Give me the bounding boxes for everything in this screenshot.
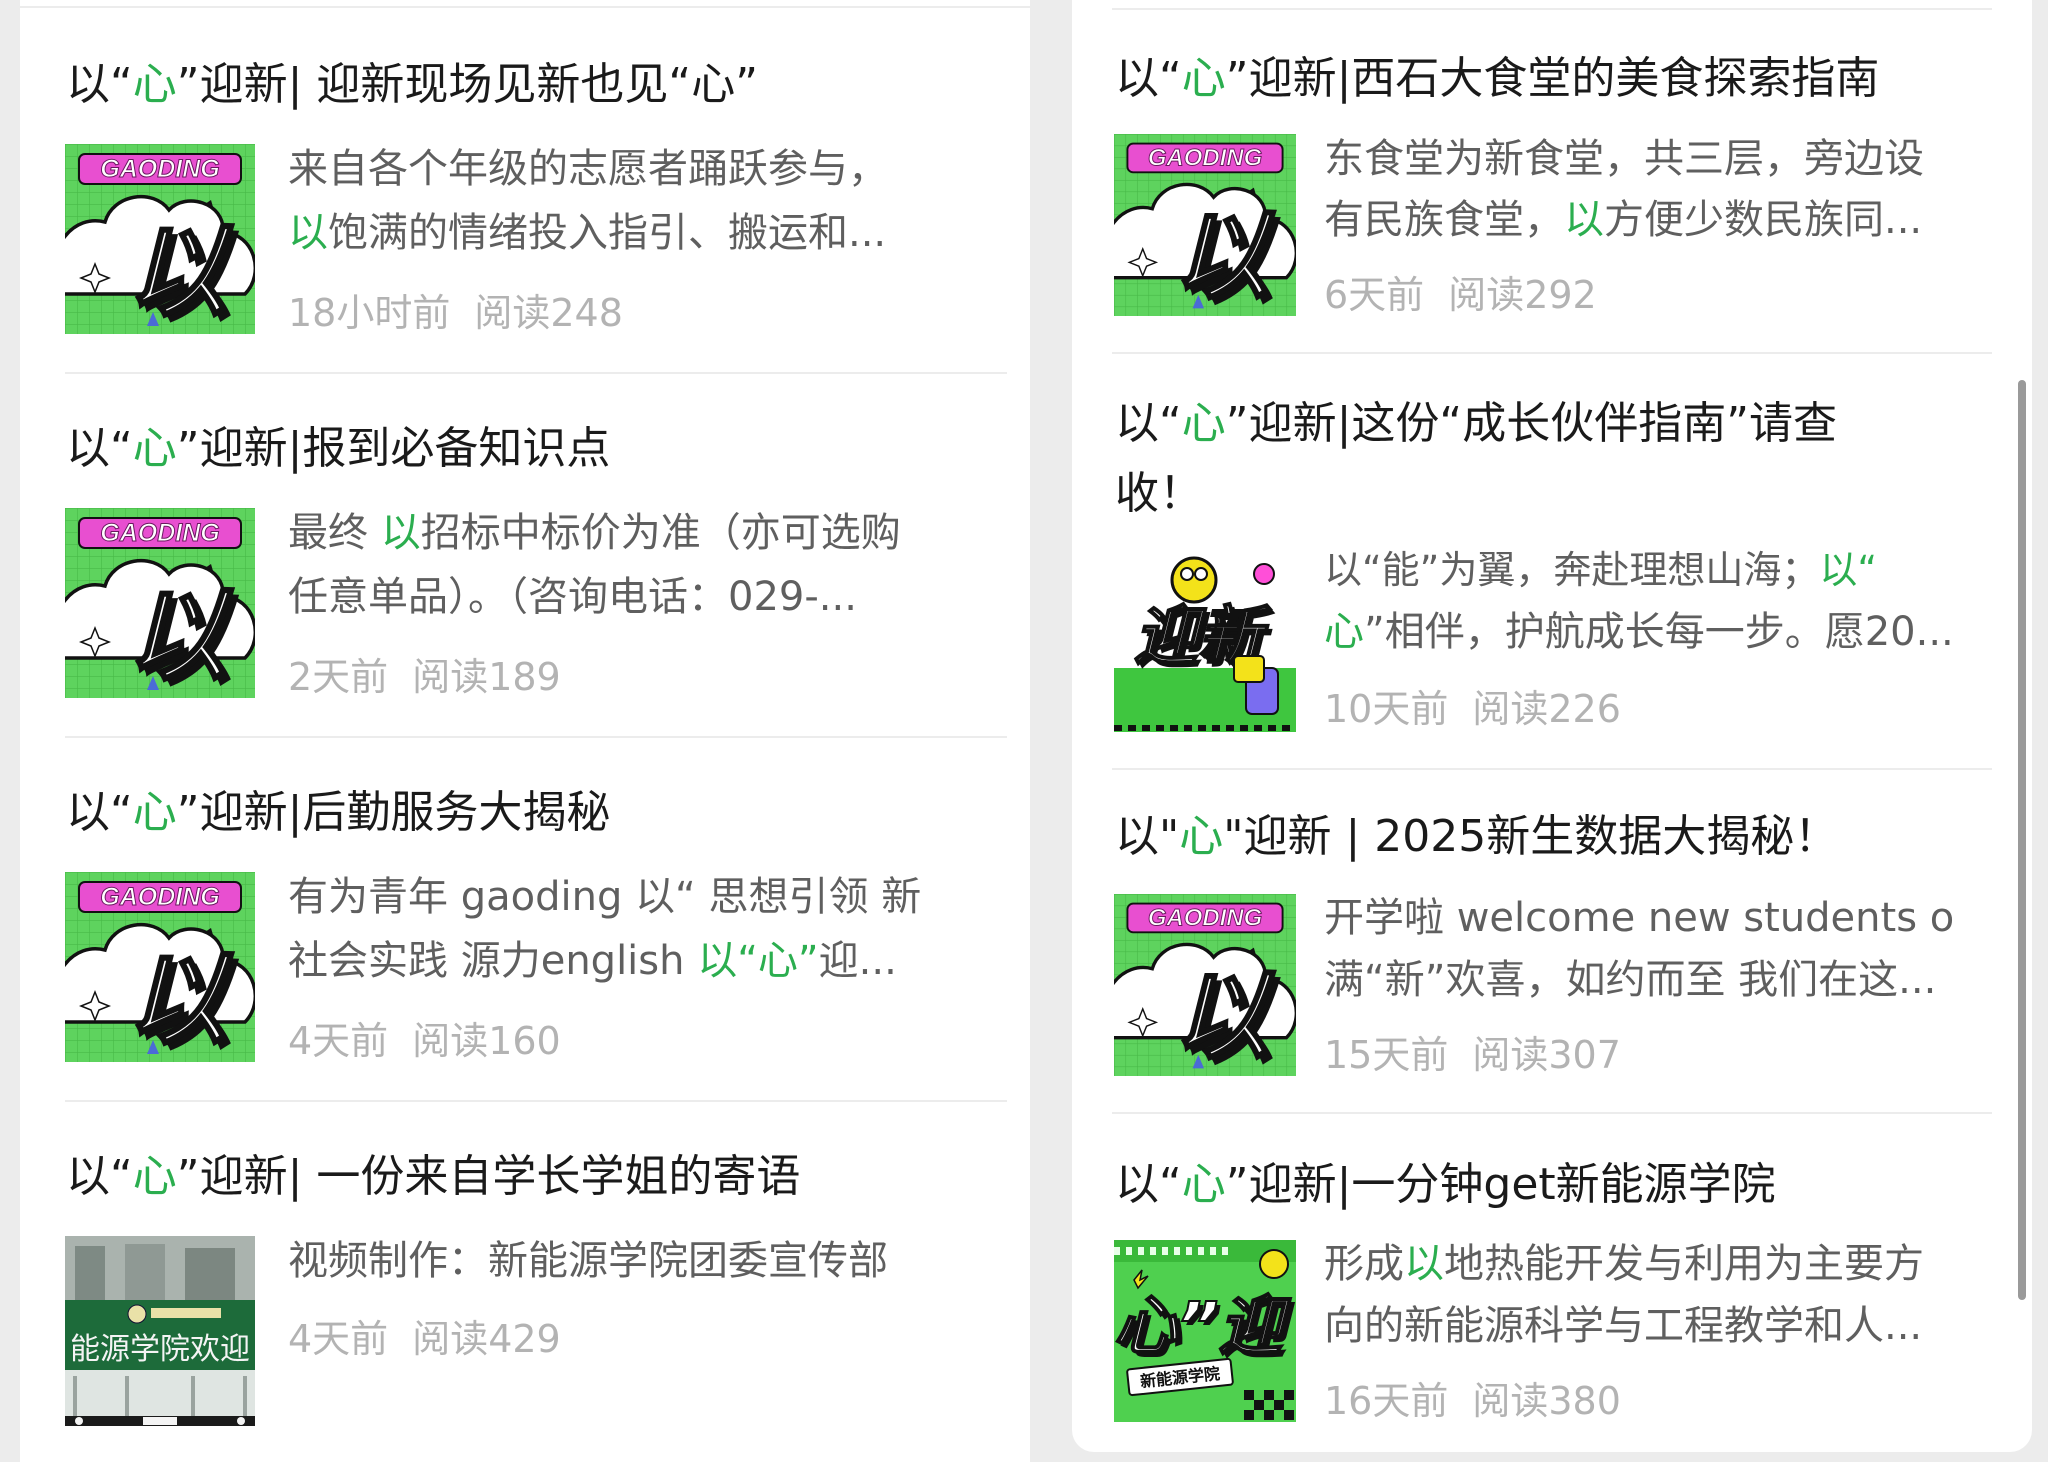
building-photo: 能源学院欢迎: [65, 1236, 255, 1426]
gaoding-cover-image: 以 以: [65, 144, 255, 334]
article-summary-line: 心”相伴，护航成长每一步。愿20...: [1324, 609, 1954, 655]
article-thumbnail[interactable]: 迎新 迎新: [1114, 550, 1296, 732]
article-title[interactable]: 以“心”迎新| 迎新现场见新也见“心”: [66, 50, 758, 120]
article-title[interactable]: 以“心”迎新|报到必备知识点: [66, 414, 610, 484]
read-count: 阅读160: [412, 1019, 561, 1063]
gaoding-cover-image: 以 以: [65, 508, 255, 698]
xin-ying-cover-image: 心”迎 心”迎 新能源学院: [1114, 1240, 1296, 1422]
article-meta: 18小时前 阅读248: [288, 288, 623, 338]
article-summary-line: 以饱满的情绪投入指引、搬运和...: [288, 210, 887, 256]
article-item[interactable]: 以“心”迎新| 迎新现场见新也见“心” 以 以 来自各个年级的志愿者踊跃参与， …: [20, 0, 1030, 372]
article-meta: 6天前 阅读292: [1324, 270, 1597, 320]
scrollbar[interactable]: [2018, 380, 2026, 1300]
article-thumbnail[interactable]: 以 以: [1114, 894, 1296, 1076]
article-summary-line: 有为青年 gaoding 以“ 思想引领 新: [288, 874, 922, 920]
article-item[interactable]: 以“心”迎新| 一份来自学长学姐的寄语 能源学院欢迎 视频制作：新能源学院团委宣…: [20, 1102, 1030, 1462]
article-summary-line: 满“新”欢喜，如约而至 我们在这...: [1324, 957, 1937, 1003]
svg-text:以: 以: [1173, 960, 1275, 1072]
read-count: 阅读226: [1472, 687, 1621, 731]
svg-text:以: 以: [127, 213, 234, 330]
yingxin-cover-image: 迎新 迎新: [1114, 550, 1296, 732]
article-title[interactable]: 以"心"迎新 | 2025新生数据大揭秘！: [1115, 802, 1838, 872]
read-count: 阅读380: [1472, 1379, 1621, 1423]
read-count: 阅读189: [412, 655, 561, 699]
article-list-right: 以“心”迎新|西石大食堂的美食探索指南 以 以 东食堂为新食堂，共三层，旁边设 …: [1072, 0, 2032, 1452]
gaoding-cover-image: 以 以: [1114, 134, 1296, 316]
publish-time: 10天前: [1324, 687, 1449, 731]
publish-time: 6天前: [1324, 273, 1425, 317]
publish-time: 4天前: [288, 1317, 389, 1361]
article-title[interactable]: 以“心”迎新|西石大食堂的美食探索指南: [1115, 44, 1879, 114]
publish-time: 4天前: [288, 1019, 389, 1063]
publish-time: 18小时前: [288, 291, 451, 335]
publish-time: 2天前: [288, 655, 389, 699]
svg-text:以: 以: [127, 577, 234, 694]
article-thumbnail[interactable]: 以 以: [1114, 134, 1296, 316]
publish-time: 16天前: [1324, 1379, 1449, 1423]
article-thumbnail[interactable]: 以 以: [65, 144, 255, 334]
gaoding-cover-image: 以 以: [1114, 894, 1296, 1076]
article-thumbnail[interactable]: 以 以: [65, 872, 255, 1062]
article-title[interactable]: 以“心”迎新|一分钟get新能源学院: [1115, 1150, 1776, 1220]
article-item[interactable]: 以"心"迎新 | 2025新生数据大揭秘！ 以 以 开学啦 welcome ne…: [1072, 770, 2032, 1112]
gaoding-cover-image: 以 以: [65, 872, 255, 1062]
read-count: 阅读292: [1448, 273, 1597, 317]
article-meta: 10天前 阅读226: [1324, 684, 1621, 734]
article-meta: 16天前 阅读380: [1324, 1376, 1621, 1426]
article-summary-line: 视频制作：新能源学院团委宣传部: [288, 1238, 888, 1284]
article-title[interactable]: 以“心”迎新|这份“成长伙伴指南”请查: [1115, 389, 1837, 459]
article-summary-line: 向的新能源科学与工程教学和人...: [1324, 1303, 1923, 1349]
article-summary-line: 东食堂为新食堂，共三层，旁边设: [1324, 136, 1924, 182]
publish-time: 15天前: [1324, 1033, 1449, 1077]
article-summary-line: 来自各个年级的志愿者踊跃参与，: [288, 146, 888, 192]
article-summary-line: 形成以地热能开发与利用为主要方: [1324, 1241, 1924, 1287]
svg-text:能源学院欢迎: 能源学院欢迎: [70, 1332, 250, 1367]
article-thumbnail[interactable]: 心”迎 心”迎 新能源学院: [1114, 1240, 1296, 1422]
read-count: 阅读307: [1472, 1033, 1621, 1077]
article-meta: 15天前 阅读307: [1324, 1030, 1621, 1080]
article-summary-line: 有民族食堂，以方便少数民族同...: [1324, 197, 1923, 243]
article-title[interactable]: 以“心”迎新| 一份来自学长学姐的寄语: [66, 1142, 800, 1212]
article-item[interactable]: 以“心”迎新|一分钟get新能源学院 心”迎 心”迎 新能源学院 形成以地热能开…: [1072, 1114, 2032, 1452]
article-list-left: 以“心”迎新| 迎新现场见新也见“心” 以 以 来自各个年级的志愿者踊跃参与， …: [20, 0, 1030, 1462]
article-meta: 4天前 阅读160: [288, 1016, 561, 1066]
article-summary-line: 社会实践 源力english 以“心”迎...: [288, 938, 897, 984]
svg-text:以: 以: [1173, 200, 1275, 312]
article-title-line2[interactable]: 收！: [1115, 459, 1203, 529]
article-thumbnail[interactable]: 以 以: [65, 508, 255, 698]
svg-text:心”迎: 心”迎: [1114, 1290, 1292, 1364]
article-item[interactable]: 以“心”迎新|后勤服务大揭秘 以 以 有为青年 gaoding 以“ 思想引领 …: [20, 738, 1030, 1100]
article-meta: 4天前 阅读429: [288, 1314, 561, 1364]
article-item[interactable]: 以“心”迎新|西石大食堂的美食探索指南 以 以 东食堂为新食堂，共三层，旁边设 …: [1072, 0, 2032, 352]
article-meta: 2天前 阅读189: [288, 652, 561, 702]
article-title[interactable]: 以“心”迎新|后勤服务大揭秘: [66, 778, 610, 848]
read-count: 阅读429: [412, 1317, 561, 1361]
article-summary-line: 开学啦 welcome new students o: [1324, 895, 1955, 941]
article-thumbnail[interactable]: 能源学院欢迎: [65, 1236, 255, 1426]
article-summary-line: 以“能”为翼，奔赴理想山海；以“: [1324, 548, 1878, 592]
article-summary-line: 任意单品）。（咨询电话：029-...: [288, 574, 857, 620]
read-count: 阅读248: [474, 291, 623, 335]
article-item[interactable]: 以“心”迎新|报到必备知识点 以 以 最终 以招标中标价为准（亦可选购 任意单品…: [20, 374, 1030, 736]
article-summary-line: 最终 以招标中标价为准（亦可选购: [288, 510, 901, 556]
svg-text:以: 以: [127, 941, 234, 1058]
article-item[interactable]: 以“心”迎新|这份“成长伙伴指南”请查 收！ 迎新 迎新 以“能”为翼，奔赴理想…: [1072, 354, 2032, 768]
